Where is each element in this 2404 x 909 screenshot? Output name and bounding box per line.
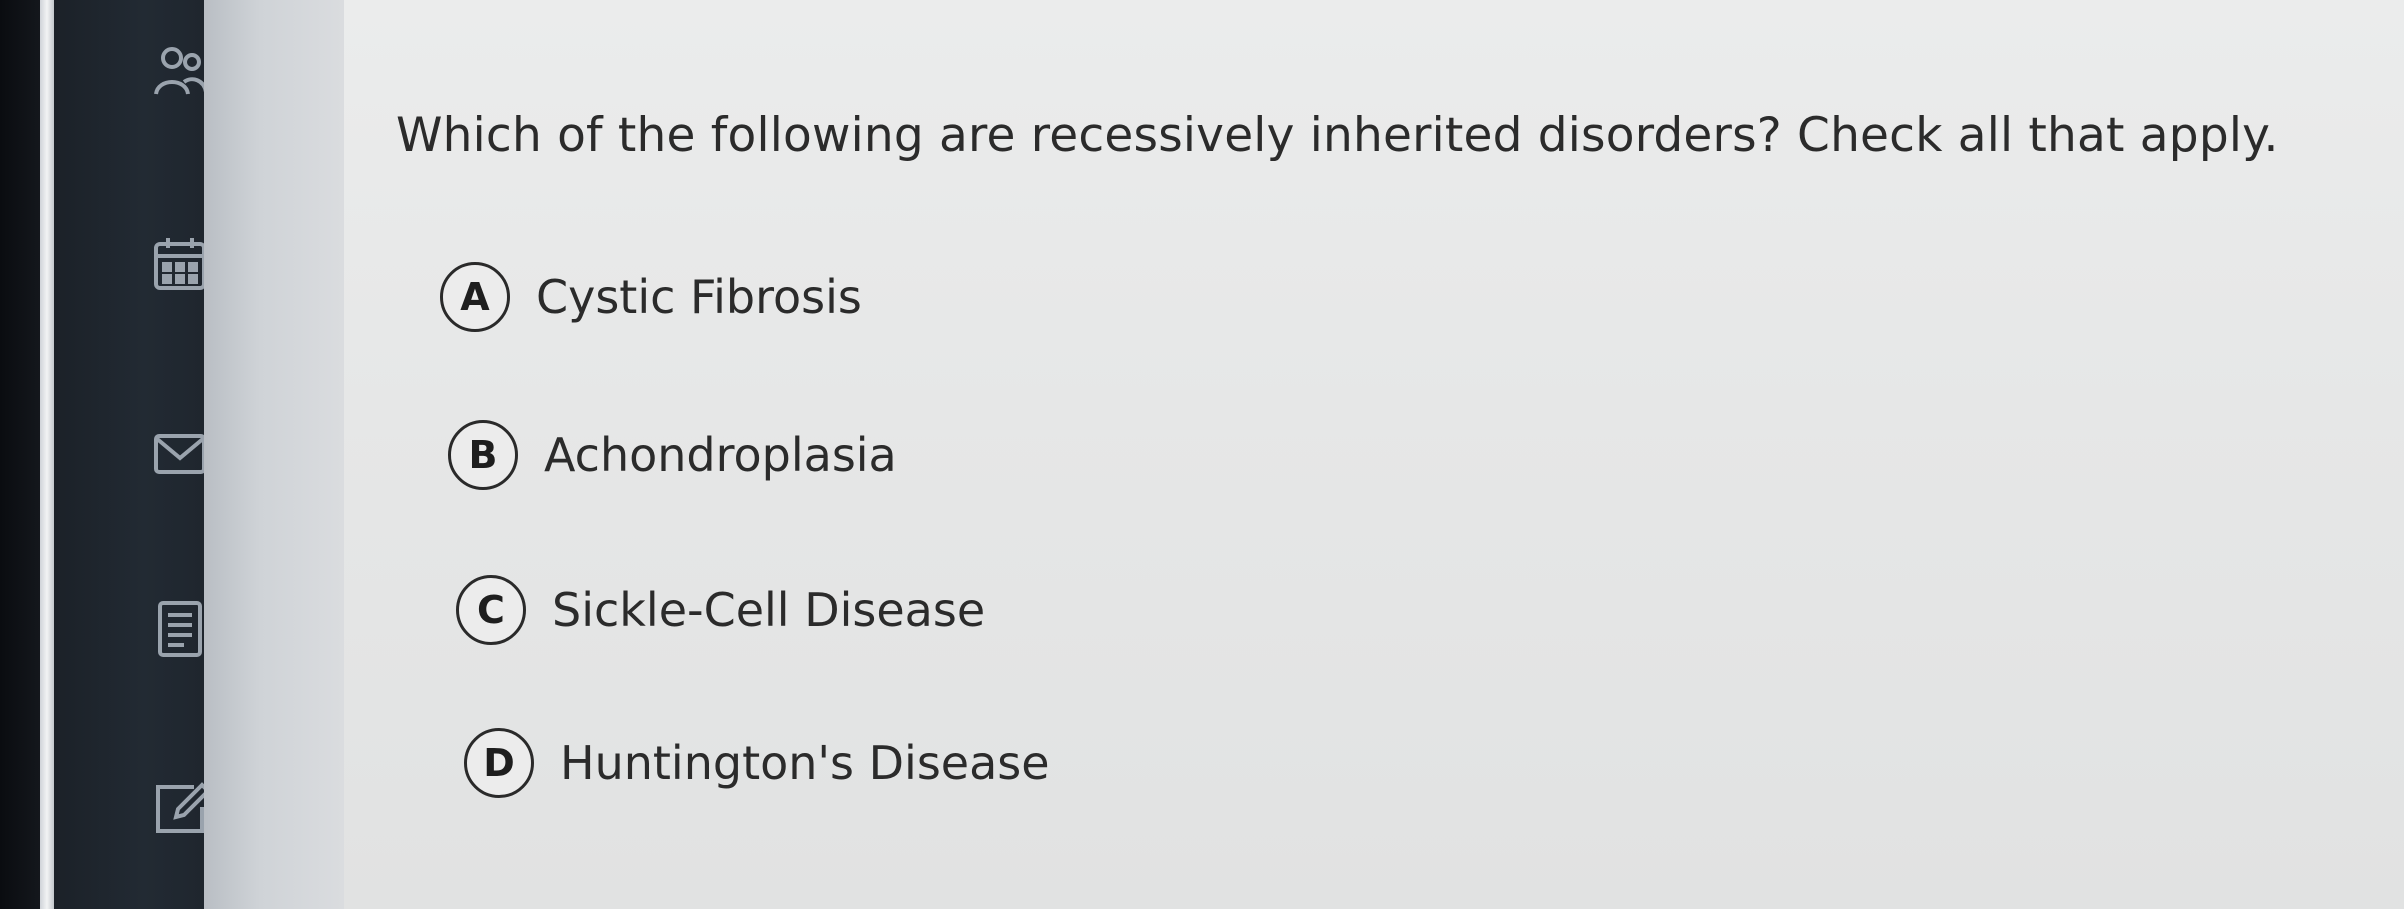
option-letter-badge[interactable]: C xyxy=(456,575,526,645)
monitor-bezel xyxy=(0,0,40,909)
option-label[interactable]: Cystic Fibrosis xyxy=(536,270,862,324)
bezel-highlight xyxy=(40,0,54,909)
sidebar-icon-rail xyxy=(54,0,211,909)
option-letter-badge[interactable]: D xyxy=(464,728,534,798)
option-b[interactable]: B Achondroplasia xyxy=(448,420,897,490)
option-d[interactable]: D Huntington's Disease xyxy=(464,728,1050,798)
option-label[interactable]: Huntington's Disease xyxy=(560,736,1050,790)
option-c[interactable]: C Sickle-Cell Disease xyxy=(456,575,985,645)
option-label[interactable]: Achondroplasia xyxy=(544,428,897,482)
question-text: Which of the following are recessively i… xyxy=(396,108,2279,163)
option-letter-badge[interactable]: B xyxy=(448,420,518,490)
content-panel-edge xyxy=(204,0,344,909)
option-a[interactable]: A Cystic Fibrosis xyxy=(440,262,862,332)
option-label[interactable]: Sickle-Cell Disease xyxy=(552,583,985,637)
option-letter-badge[interactable]: A xyxy=(440,262,510,332)
screen: Which of the following are recessively i… xyxy=(0,0,2404,909)
